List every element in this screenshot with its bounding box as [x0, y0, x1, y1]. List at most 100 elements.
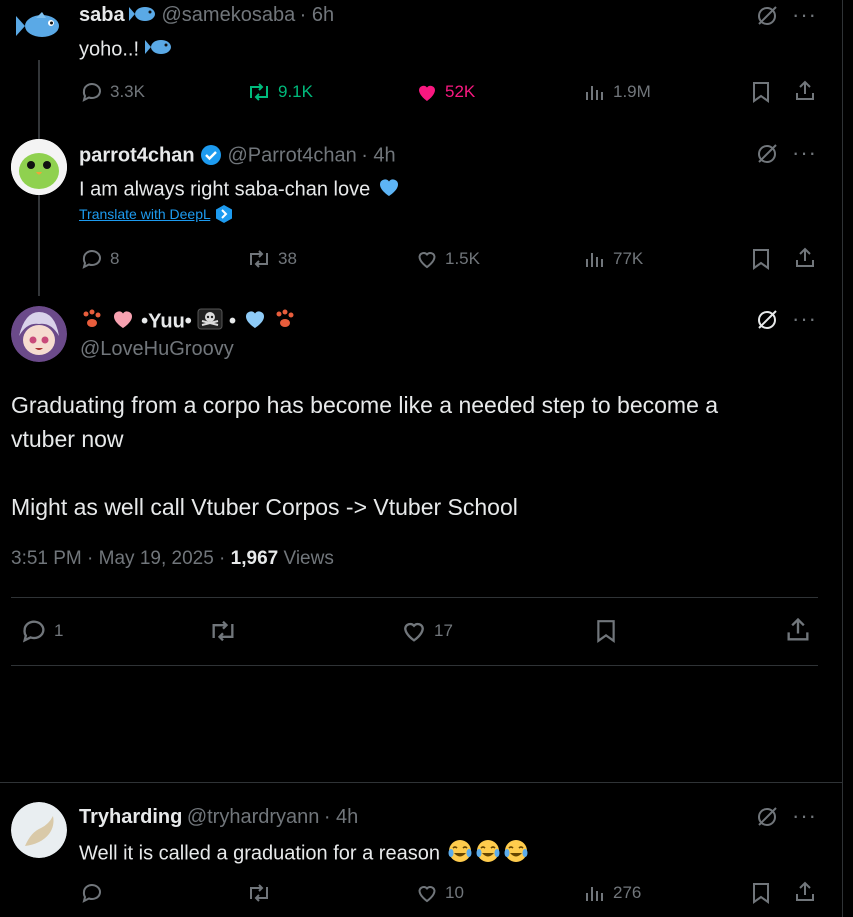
grok-icon[interactable]	[755, 142, 779, 166]
handle[interactable]: @LoveHuGroovy	[80, 338, 234, 361]
tweet-text-line: vtuber now	[11, 426, 124, 452]
reply-icon	[80, 247, 104, 271]
heart-icon	[415, 881, 439, 905]
retweet-button[interactable]: 38	[246, 247, 297, 271]
views-label: Views	[278, 548, 334, 569]
tweet-text-content: I am always right saba-chan love	[79, 178, 371, 201]
anime-avatar-icon	[11, 306, 67, 362]
retweet-button[interactable]	[246, 881, 272, 905]
tweet-text-line: Might as well call Vtuber Corpos -> Vtub…	[11, 494, 518, 520]
timestamp[interactable]: · 4h	[361, 145, 395, 167]
grok-icon[interactable]	[755, 308, 779, 332]
tweet-text-line: Graduating from a corpo has become like …	[11, 392, 719, 418]
analytics-icon	[583, 247, 607, 271]
user-avatar-icon	[11, 802, 67, 858]
like-count: 1.5K	[445, 249, 480, 268]
views-count: 1,967	[230, 548, 279, 569]
more-icon[interactable]: ···	[792, 2, 817, 28]
parrot-avatar-icon	[11, 139, 67, 195]
reply-icon	[80, 881, 104, 905]
like-button[interactable]: 52K	[415, 80, 475, 104]
tweet-text-content: yoho..!	[79, 38, 140, 61]
handle[interactable]: @samekosaba	[162, 4, 296, 26]
share-icon[interactable]	[793, 246, 817, 270]
grok-icon[interactable]	[755, 805, 779, 829]
reply-button[interactable]: 8	[80, 247, 119, 271]
bookmark-icon[interactable]	[750, 80, 772, 104]
more-icon[interactable]: ···	[792, 140, 817, 166]
bookmark-icon[interactable]	[750, 247, 772, 271]
blue-heart-emoji-icon	[376, 175, 402, 205]
display-name[interactable]: Tryharding	[79, 806, 182, 828]
tweet-header: saba @samekosaba · 6h	[79, 4, 334, 29]
display-name[interactable]: saba	[79, 4, 125, 26]
timestamp[interactable]: · 4h	[324, 806, 358, 828]
like-button[interactable]: 10	[415, 881, 464, 905]
views-button[interactable]: 1.9M	[583, 80, 651, 104]
like-button[interactable]: 1.5K	[415, 247, 480, 271]
fish-avatar-icon	[16, 12, 59, 37]
column-border	[842, 0, 843, 917]
reply-count: 3.3K	[110, 82, 145, 101]
tweet-header: Tryharding @tryhardryann · 4h	[79, 806, 358, 829]
timestamp[interactable]: · 6h	[300, 4, 334, 26]
translate-link[interactable]: Translate with DeepL	[79, 204, 234, 227]
retweet-count: 9.1K	[278, 82, 313, 101]
views-button[interactable]: 77K	[583, 247, 643, 271]
retweet-icon	[246, 247, 272, 271]
divider	[11, 665, 818, 666]
like-button[interactable]: 17	[400, 617, 453, 645]
like-count: 10	[445, 883, 464, 902]
more-icon[interactable]: ···	[792, 803, 817, 829]
divider	[11, 597, 818, 598]
share-icon[interactable]	[784, 616, 812, 644]
share-icon[interactable]	[793, 79, 817, 103]
reply-button[interactable]: 1	[20, 617, 63, 645]
reply-count: 1	[54, 621, 64, 640]
post-timestamp[interactable]: 3:51 PM · May 19, 2025 ·	[11, 548, 231, 569]
grok-icon[interactable]	[755, 4, 779, 28]
avatar-saba[interactable]	[14, 8, 64, 44]
paw-prints-icon	[273, 308, 297, 336]
tweet-header: parrot4chan @Parrot4chan · 4h	[79, 143, 396, 172]
avatar-tryharding[interactable]	[11, 802, 67, 858]
retweet-button[interactable]: 9.1K	[246, 80, 313, 104]
like-count: 52K	[445, 82, 476, 101]
bookmark-icon[interactable]	[750, 881, 772, 905]
display-name[interactable]: parrot4chan	[79, 145, 195, 167]
retweet-count: 38	[278, 249, 297, 268]
heart-icon	[400, 617, 428, 645]
retweet-icon	[207, 617, 239, 645]
bookmark-icon[interactable]	[594, 617, 618, 645]
view-count: 1.9M	[613, 82, 651, 101]
handle[interactable]: @Parrot4chan	[228, 145, 357, 167]
heart-icon	[415, 247, 439, 271]
like-count: 17	[434, 621, 453, 640]
tweet-text-content: Well it is called a graduation for a rea…	[79, 842, 440, 865]
tears-of-joy-emoji-icon	[446, 838, 474, 870]
translate-label[interactable]: Translate with DeepL	[79, 206, 210, 222]
tears-of-joy-emoji-icon	[502, 838, 530, 870]
reply-button[interactable]: 3.3K	[80, 80, 145, 104]
tweet-text: yoho..!	[79, 37, 173, 63]
views-button[interactable]: 276	[583, 881, 641, 905]
pink-heart-emoji-icon	[110, 307, 136, 337]
blue-heart-emoji-icon	[242, 307, 268, 337]
main-tweet-text: Graduating from a corpo has become like …	[11, 388, 831, 524]
fish-emoji-icon	[144, 37, 173, 63]
reply-icon	[80, 80, 104, 104]
avatar-yuu[interactable]	[11, 306, 67, 362]
tweet-text: Well it is called a graduation for a rea…	[79, 838, 530, 870]
display-name: •Yuu•	[141, 310, 192, 333]
retweet-icon	[246, 80, 272, 104]
retweet-button[interactable]	[207, 617, 239, 645]
analytics-icon	[583, 80, 607, 104]
reply-button[interactable]	[80, 881, 104, 905]
reply-count: 8	[110, 249, 120, 268]
more-icon[interactable]: ···	[792, 306, 817, 332]
display-name-row[interactable]: •Yuu• •	[80, 307, 297, 337]
share-icon[interactable]	[793, 880, 817, 904]
handle[interactable]: @tryhardryann	[187, 806, 320, 828]
reply-icon	[20, 617, 48, 645]
avatar-parrot4chan[interactable]	[11, 139, 67, 195]
